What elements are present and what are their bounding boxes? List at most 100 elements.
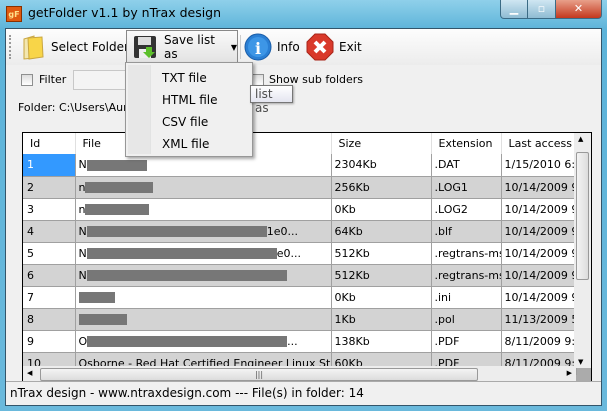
filter-checkbox[interactable] bbox=[21, 74, 33, 86]
redaction-bar bbox=[86, 248, 277, 259]
cell-last-access: 1/15/2010 6:4 bbox=[501, 154, 577, 177]
tooltip: list as bbox=[250, 85, 293, 115]
title-bar[interactable]: gF getFolder v1.1 by nTrax design ▁ ▫ ✕ bbox=[0, 0, 607, 28]
cell-size: 64Kb bbox=[331, 220, 432, 243]
cell-id-text: 7 bbox=[27, 290, 34, 304]
cell-id: 4 bbox=[23, 220, 76, 243]
column-header-extension[interactable]: Extension bbox=[431, 133, 502, 154]
cell-file: N 1e0... bbox=[75, 220, 332, 243]
cell-extension: .DAT bbox=[431, 154, 502, 177]
cell-size-text: 2304Kb bbox=[334, 158, 377, 172]
menu-item-txt-file[interactable]: TXT file bbox=[162, 71, 207, 85]
table-row[interactable]: 6 N 512Kb .regtrans-ms 10/14/2009 9: bbox=[23, 264, 577, 287]
cell-id-text: 8 bbox=[27, 312, 34, 326]
save-list-as-dropdown-button[interactable]: Save list as ▼ bbox=[126, 30, 238, 64]
cell-id-text: 1 bbox=[27, 158, 34, 172]
menu-item-html-file[interactable]: HTML file bbox=[162, 93, 217, 107]
table-row[interactable]: 1 N 2304Kb .DAT 1/15/2010 6:4 bbox=[23, 154, 577, 177]
client-area: Select Folder Save list as ▼ i Info Exit… bbox=[5, 28, 602, 406]
scroll-down-arrow-icon[interactable]: ▼ bbox=[578, 358, 583, 366]
file-grid: Id File Size Extension Last access 1 N 230… bbox=[22, 132, 592, 384]
cell-file: N bbox=[75, 154, 332, 177]
cell-file-text: N bbox=[78, 268, 87, 282]
redaction-bar bbox=[85, 204, 150, 215]
cell-file-suffix: ... bbox=[287, 334, 298, 348]
info-button[interactable]: i Info bbox=[244, 31, 300, 63]
cell-size-text: 0Kb bbox=[334, 202, 356, 216]
cell-file-text: n bbox=[78, 180, 86, 194]
cell-last-access-text: 10/14/2009 9: bbox=[504, 246, 576, 260]
column-header-last-access[interactable]: Last access bbox=[501, 133, 577, 154]
table-row[interactable]: 3 n 0Kb .LOG2 10/14/2009 9: bbox=[23, 198, 577, 221]
cell-extension-text: .LOG1 bbox=[434, 180, 468, 194]
filter-input[interactable] bbox=[73, 70, 133, 90]
cell-file bbox=[75, 286, 332, 309]
cell-size: 0Kb bbox=[331, 198, 432, 221]
select-folder-button[interactable]: Select Folder bbox=[18, 31, 129, 63]
cell-size: 2304Kb bbox=[331, 154, 432, 177]
menu-item-csv-file[interactable]: CSV file bbox=[162, 115, 208, 129]
cell-id: 6 bbox=[23, 264, 76, 287]
menu-gutter bbox=[128, 65, 151, 154]
cell-size-text: 512Kb bbox=[334, 268, 370, 282]
table-row[interactable]: 4 N 1e0... 64Kb .blf 10/14/2009 9: bbox=[23, 220, 577, 243]
cell-id-text: 6 bbox=[27, 268, 34, 282]
cell-file bbox=[75, 308, 332, 331]
vertical-scroll-thumb[interactable] bbox=[576, 152, 589, 280]
cell-id: 1 bbox=[23, 154, 76, 177]
info-label: Info bbox=[277, 40, 300, 54]
cell-id: 2 bbox=[23, 176, 76, 199]
save-list-as-label: Save list as bbox=[164, 33, 215, 61]
cell-extension: .pol bbox=[431, 308, 502, 331]
menu-item-xml-file[interactable]: XML file bbox=[162, 137, 209, 151]
cell-last-access-text: 11/13/2009 5: bbox=[504, 312, 576, 326]
cell-last-access-text: 10/14/2009 9: bbox=[504, 202, 576, 216]
chevron-down-icon: ▼ bbox=[230, 42, 237, 52]
cell-last-access-text: 10/14/2009 9: bbox=[504, 180, 576, 194]
cell-extension-text: .ini bbox=[434, 290, 452, 304]
cell-file: N bbox=[75, 264, 332, 287]
cell-size: 138Kb bbox=[331, 330, 432, 353]
scroll-right-arrow-icon[interactable]: ▶ bbox=[567, 369, 572, 377]
window-title: getFolder v1.1 by nTrax design bbox=[28, 5, 222, 20]
close-button[interactable]: ✕ bbox=[555, 0, 602, 19]
minimize-button[interactable]: ▁ bbox=[500, 0, 528, 19]
table-row[interactable]: 9 O... 138Kb .PDF 8/11/2009 9:4 bbox=[23, 330, 577, 353]
cell-last-access-text: 10/14/2009 9: bbox=[504, 290, 576, 304]
scroll-up-arrow-icon[interactable]: ▲ bbox=[578, 135, 583, 143]
toolbar-grip[interactable] bbox=[9, 35, 11, 59]
scroll-left-arrow-icon[interactable]: ◀ bbox=[27, 369, 32, 377]
table-row[interactable]: 7 0Kb .ini 10/14/2009 9: bbox=[23, 286, 577, 309]
cell-last-access-text: 10/14/2009 9: bbox=[504, 268, 576, 282]
redaction-bar bbox=[86, 159, 147, 171]
cell-size: 0Kb bbox=[331, 286, 432, 309]
cell-last-access: 11/13/2009 5: bbox=[501, 308, 577, 331]
cell-last-access-text: 10/14/2009 9: bbox=[504, 224, 576, 238]
cell-last-access: 8/11/2009 9:4 bbox=[501, 330, 577, 353]
folder-path-label: Folder: C:\Users\Aun bbox=[18, 101, 131, 114]
toolbar: Select Folder Save list as ▼ i Info Exit bbox=[6, 29, 601, 65]
table-row[interactable]: 5 Ne0... 512Kb .regtrans-ms 10/14/2009 9: bbox=[23, 242, 577, 265]
cell-last-access: 10/14/2009 9: bbox=[501, 264, 577, 287]
cell-last-access-text: 1/15/2010 6:4 bbox=[504, 158, 576, 172]
column-header-size[interactable]: Size bbox=[331, 133, 432, 154]
cell-file-text: O bbox=[78, 334, 88, 348]
cell-last-access: 10/14/2009 9: bbox=[501, 220, 577, 243]
cell-last-access: 10/14/2009 9: bbox=[501, 286, 577, 309]
select-folder-label: Select Folder bbox=[51, 40, 129, 54]
app-window: gF getFolder v1.1 by nTrax design ▁ ▫ ✕ … bbox=[0, 0, 607, 411]
column-header-id[interactable]: Id bbox=[23, 133, 76, 154]
cell-size: 256Kb bbox=[331, 176, 432, 199]
exit-button[interactable]: Exit bbox=[306, 31, 362, 63]
cell-file: O... bbox=[75, 330, 332, 353]
cell-id: 8 bbox=[23, 308, 76, 331]
cell-size: 512Kb bbox=[331, 264, 432, 287]
table-row[interactable]: 2 n 256Kb .LOG1 10/14/2009 9: bbox=[23, 176, 577, 199]
cell-extension: .PDF bbox=[431, 330, 502, 353]
table-row[interactable]: 8 1Kb .pol 11/13/2009 5: bbox=[23, 308, 577, 331]
save-list-as-menu: TXT file HTML file CSV file XML file bbox=[125, 62, 253, 157]
horizontal-scroll-thumb[interactable]: ||| bbox=[40, 368, 478, 381]
maximize-button[interactable]: ▫ bbox=[527, 0, 556, 19]
info-icon: i bbox=[244, 33, 272, 61]
vertical-scrollbar[interactable]: ▲ ▼ bbox=[574, 133, 591, 368]
